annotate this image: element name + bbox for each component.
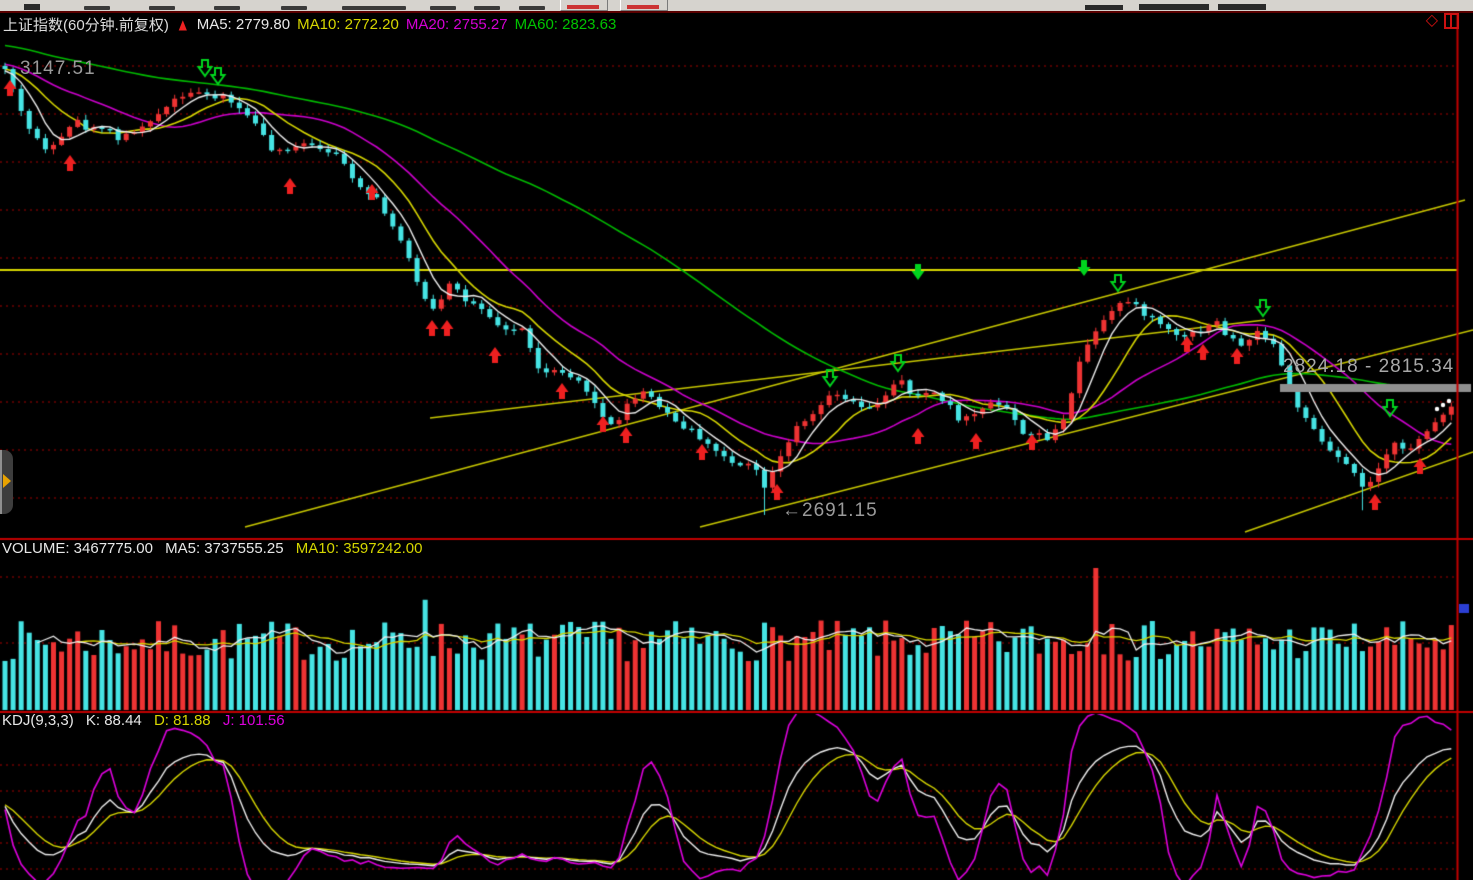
volume-header: VOLUME: 3467775.00 MA5: 3737555.25 MA10:… [2,540,431,557]
sidebar-expander[interactable] [0,450,13,514]
chart-header: 上证指数(60分钟.前复权) ▲ MA5: 2779.80 MA10: 2772… [3,14,1468,34]
kdj-j-value: J: 101.56 [223,712,285,729]
expand-arrow-icon [3,474,11,488]
kdj-k-value: K: 88.44 [86,712,142,729]
top-menubar [0,0,1473,13]
volume-ma10-value: MA10: 3597242.00 [296,540,423,557]
diamond-icon[interactable]: ◇ [1426,13,1438,29]
volume-ma5-value: MA5: 3737555.25 [165,540,283,557]
menu-item[interactable] [474,6,500,10]
toolbar-widget[interactable] [1139,4,1209,10]
high-price-label: 3147.51 [20,58,96,80]
ma10-value: MA10: 2772.20 [297,16,399,33]
trend-up-icon: ▲ [176,14,190,34]
ma20-value: MA20: 2755.27 [406,16,508,33]
menu-item[interactable] [214,6,240,10]
toolbar-widget[interactable] [1085,5,1123,10]
menu-item[interactable] [149,6,175,10]
kdj-header: KDJ(9,3,3) K: 88.44 D: 81.88 J: 101.56 [2,712,293,729]
left-arrow-icon: ← [782,500,802,521]
app-menu-icon[interactable] [24,4,40,10]
gap-range-label: 2824.18 - 2815.34 [1283,356,1454,378]
kdj-d-value: D: 81.88 [154,712,211,729]
ma5-value: MA5: 2779.80 [197,16,290,33]
kdj-name: KDJ(9,3,3) [2,712,74,729]
trade-button[interactable] [620,0,668,11]
menu-item[interactable] [430,6,456,10]
toolbar-widget[interactable] [1218,4,1266,10]
pane-window-controls: ◇ [1426,13,1459,29]
symbol-title: 上证指数(60分钟.前复权) [3,14,169,35]
menu-item[interactable] [519,6,545,10]
kdj-pane[interactable] [0,714,1457,880]
restore-window-icon[interactable] [1444,13,1459,29]
order-button[interactable] [560,0,608,11]
volume-value: VOLUME: 3467775.00 [2,540,153,557]
menu-item[interactable] [342,6,406,10]
menu-item[interactable] [84,6,110,10]
volume-pane[interactable] [0,558,1457,710]
low-price-label: ←2691.15 [782,500,878,522]
menu-item[interactable] [281,6,307,10]
trading-app-window: 上证指数(60分钟.前复权) ▲ MA5: 2779.80 MA10: 2772… [0,0,1473,880]
candlestick-pane[interactable] [0,36,1457,538]
ma60-value: MA60: 2823.63 [515,16,617,33]
